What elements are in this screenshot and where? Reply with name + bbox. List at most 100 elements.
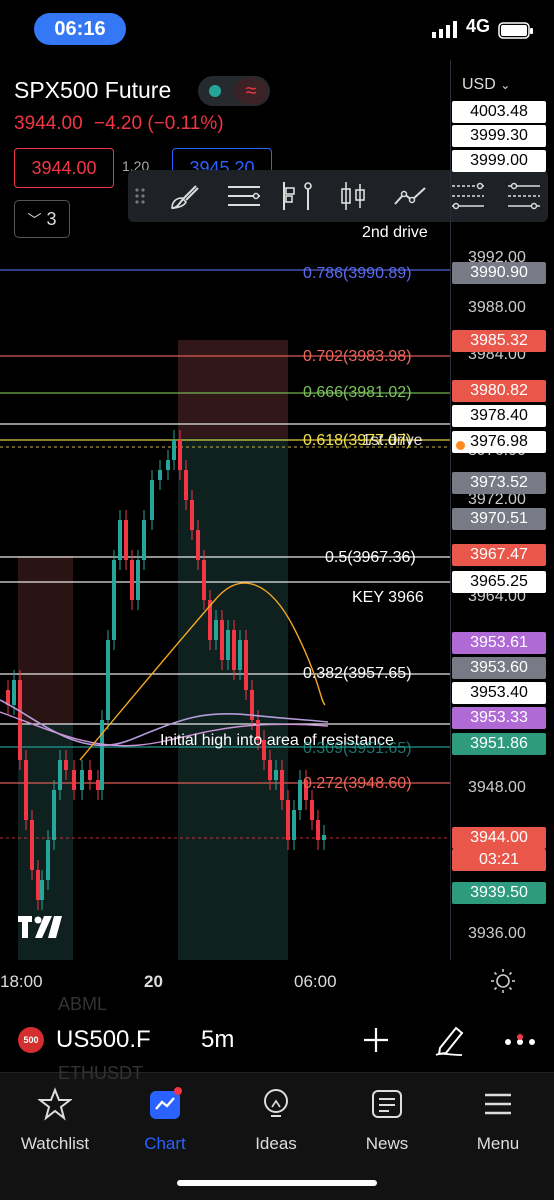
star-icon xyxy=(37,1087,73,1121)
time-label: 20 xyxy=(144,972,163,991)
candle-body xyxy=(244,640,248,690)
nav-label: News xyxy=(365,1134,409,1153)
price-tick: 3988.00 xyxy=(468,299,526,316)
chart-label: KEY 3966 xyxy=(352,589,424,606)
short-position-zone xyxy=(178,438,288,960)
candle-body xyxy=(106,640,110,720)
candle-body xyxy=(130,560,134,600)
nav-watchlist[interactable]: Watchlist xyxy=(5,1087,105,1154)
candle-body xyxy=(64,760,68,770)
price-change-line: 3944.00 −4.20 (−0.11%) xyxy=(14,113,224,135)
price-tag: 3939.50 xyxy=(452,882,546,904)
symbol-title[interactable]: SPX500 Future xyxy=(14,77,171,104)
network-label: 4G xyxy=(466,16,491,36)
nav-label: Chart xyxy=(144,1134,186,1153)
candle-body xyxy=(52,790,56,840)
candle-body xyxy=(12,680,16,705)
price-tag: 3978.40 xyxy=(452,405,546,427)
price-tag: 3970.51 xyxy=(452,508,546,530)
short-position-zone xyxy=(178,340,288,438)
candle-body xyxy=(184,470,188,500)
settings-sun-icon[interactable] xyxy=(490,968,516,994)
candle-body xyxy=(274,770,278,780)
horizontal-lines-icon[interactable] xyxy=(226,180,262,212)
price-tag: 3976.98 xyxy=(452,431,546,453)
candle-body xyxy=(196,530,200,560)
candle-body xyxy=(124,520,128,560)
position-tool-icon[interactable] xyxy=(278,180,314,212)
candle-body xyxy=(46,840,50,880)
chart-label: 0.702(3983.98) xyxy=(303,348,412,365)
signal-icon xyxy=(432,21,457,38)
candle-body xyxy=(286,800,290,840)
indicators-collapse-button[interactable]: ﹀ 3 xyxy=(14,200,70,238)
candle-body xyxy=(166,460,170,470)
price-tag: 3953.61 xyxy=(452,632,546,654)
app-root: 06:16 4G 2nd drive 0.786(3990.89) 0.702(… xyxy=(0,0,554,1200)
nav-menu[interactable]: Menu xyxy=(448,1087,548,1154)
price-tag: 3999.00 xyxy=(452,150,546,172)
more-options-icon[interactable] xyxy=(504,1034,536,1050)
candle-body xyxy=(150,480,154,520)
price-change: −4.20 (−0.11%) xyxy=(93,113,224,134)
brush-icon[interactable] xyxy=(168,180,204,212)
interval-selector[interactable]: 5m xyxy=(201,1026,234,1054)
alert-marker xyxy=(456,441,465,450)
candle-body xyxy=(268,760,272,780)
symbol-bar: ABML 500 US500.F 5m xyxy=(0,994,554,1070)
candle-body xyxy=(158,470,162,480)
home-indicator xyxy=(177,1180,377,1186)
sell-button[interactable]: 3944.00 xyxy=(14,148,114,188)
ghost-symbol: ABML xyxy=(58,994,108,1014)
candle-body xyxy=(118,520,122,560)
pen-icon[interactable] xyxy=(432,1022,466,1058)
candle-body xyxy=(178,440,182,470)
chart-label: 0.309(3951.65) xyxy=(303,740,412,757)
wave-icon: ≈ xyxy=(234,78,268,104)
price-tag: 3953.33 xyxy=(452,707,546,729)
tradingview-logo xyxy=(18,916,62,938)
candle-body xyxy=(202,560,206,600)
nav-ideas[interactable]: Ideas xyxy=(226,1087,326,1154)
candle-body xyxy=(316,820,320,840)
price-tag: 3965.25 xyxy=(452,571,546,593)
chart-label: 1st drive xyxy=(362,432,423,449)
symbol-selector[interactable]: US500.F xyxy=(56,1026,151,1054)
candle-body xyxy=(292,810,296,840)
plus-icon[interactable] xyxy=(362,1026,390,1054)
candle-body xyxy=(96,780,100,790)
drag-handle-icon[interactable] xyxy=(132,180,148,212)
symbol-badge: 500 xyxy=(18,1027,44,1053)
status-time: 06:16 xyxy=(34,13,126,45)
currency-selector[interactable]: USD ⌄ xyxy=(462,76,510,94)
chart-label: 0.666(3981.02) xyxy=(303,384,412,401)
candle-body xyxy=(36,870,40,900)
time-label: 18:00 xyxy=(0,972,43,991)
nav-label: Menu xyxy=(476,1134,520,1153)
chart-label: 0.786(3990.89) xyxy=(303,265,412,282)
menu-icon xyxy=(485,1093,511,1115)
lightbulb-icon xyxy=(264,1089,288,1117)
candle-body xyxy=(80,770,84,790)
price-tag: 3990.90 xyxy=(452,262,546,284)
news-icon xyxy=(372,1090,402,1118)
nav-news[interactable]: News xyxy=(337,1087,437,1154)
price-tag: 3980.82 xyxy=(452,380,546,402)
price-tag: 3985.32 xyxy=(452,330,546,352)
candle-body xyxy=(24,760,28,820)
nav-chart[interactable]: Chart xyxy=(115,1087,215,1154)
market-status-toggle[interactable]: ≈ xyxy=(198,76,270,106)
trend-line-icon[interactable] xyxy=(392,180,428,212)
price-tag: 3973.52 xyxy=(452,472,546,494)
candle-body xyxy=(280,770,284,800)
candle-body xyxy=(30,820,34,870)
currency-label: USD xyxy=(462,76,496,93)
candle-body xyxy=(220,620,224,660)
candle-body xyxy=(322,835,326,840)
candles-icon[interactable] xyxy=(336,180,372,212)
price-tag: 4003.48 xyxy=(452,101,546,123)
candle-body xyxy=(190,500,194,530)
candle-body xyxy=(214,620,218,640)
price-tag: 3953.60 xyxy=(452,657,546,679)
chart-icon xyxy=(150,1087,182,1119)
